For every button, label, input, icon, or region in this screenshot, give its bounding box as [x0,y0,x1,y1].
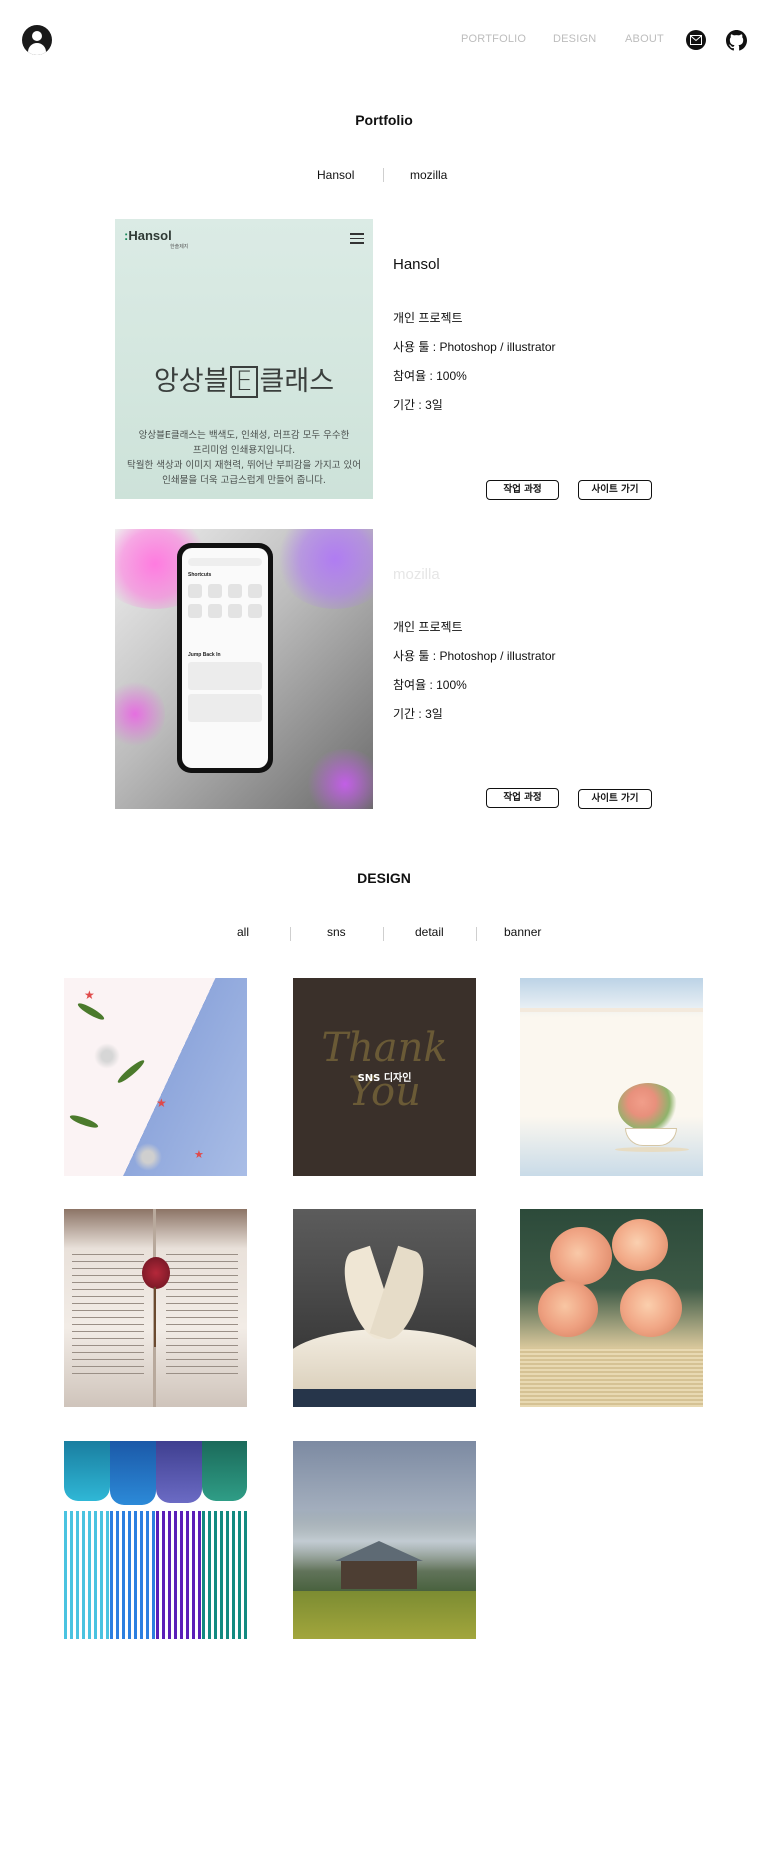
portfolio-title: Portfolio [355,112,413,128]
tab-mozilla[interactable]: mozilla [410,168,447,182]
design-tile-thank-you-card[interactable]: Thank You SNS 디자인 [293,978,476,1176]
design-tile-roses-on-book[interactable] [520,1209,703,1407]
shortcuts-label: Shortcuts [188,572,212,578]
site-header: PORTFOLIO DESIGN ABOUT [0,0,768,80]
tab-sns[interactable]: sns [327,925,346,939]
nav-design-link[interactable]: DESIGN [553,33,596,45]
design-tile-book-with-rose[interactable] [64,1209,247,1407]
hansol-logo-sub: 한솔제지 [170,244,189,250]
tile-overlay-label: SNS 디자인 [357,1073,412,1084]
tab-hansol[interactable]: Hansol [317,168,354,182]
project-type: 개인 프로젝트 [393,620,463,634]
github-icon[interactable] [726,30,747,51]
design-tile-christmas-pattern[interactable]: ★ ★ ★ [64,978,247,1176]
tab-divider [476,927,477,941]
project-title-mozilla: mozilla [393,566,440,583]
design-tile-chalk-pastels[interactable] [64,1441,247,1639]
work-process-button[interactable]: 작업 과정 [486,480,559,500]
tab-all[interactable]: all [237,925,249,939]
design-tile-foggy-cabin[interactable] [293,1441,476,1639]
visit-site-button[interactable]: 사이트 가기 [578,480,652,500]
project-title-hansol: Hansol [393,256,440,273]
project-share: 참여율 : 100% [393,678,467,692]
visit-site-button[interactable]: 사이트 가기 [578,789,652,809]
project-tools: 사용 툴 : Photoshop / illustrator [393,649,556,663]
paint-splash [305,749,373,809]
hamburger-menu-icon[interactable] [350,233,364,244]
hansol-headline: 앙상블 E 클래스 [153,366,335,398]
tab-detail[interactable]: detail [415,925,444,939]
work-process-button[interactable]: 작업 과정 [486,788,559,808]
tab-divider [383,168,384,182]
hansol-logo: :Hansol [124,228,172,243]
design-title: DESIGN [357,870,411,886]
hansol-thumbnail[interactable]: :Hansol 한솔제지 앙상블 E 클래스 앙상블E클래스는 백색도, 인쇄성, … [115,219,373,499]
mozilla-thumbnail[interactable]: Shortcuts Jump Back In [115,529,373,809]
tab-divider [383,927,384,941]
tab-divider [290,927,291,941]
mail-icon[interactable] [686,30,706,50]
tab-banner[interactable]: banner [504,925,541,939]
nav-about-link[interactable]: ABOUT [625,33,664,45]
paint-splash [275,529,373,609]
user-avatar-icon[interactable] [22,25,52,55]
project-period: 기간 : 3일 [393,398,443,412]
phone-mockup: Shortcuts Jump Back In [177,543,273,773]
project-share: 참여율 : 100% [393,369,467,383]
project-period: 기간 : 3일 [393,707,443,721]
paint-splash [115,679,165,749]
design-tile-heart-book[interactable] [293,1209,476,1407]
jump-back-label: Jump Back In [188,652,221,658]
project-tools: 사용 툴 : Photoshop / illustrator [393,340,556,354]
project-type: 개인 프로젝트 [393,311,463,325]
hansol-description: 앙상블E클래스는 백색도, 인쇄성, 러프감 모두 우수한 프리미엄 인쇄용지입… [127,430,361,486]
design-tile-watercolor-teacup[interactable] [520,978,703,1176]
nav-portfolio-link[interactable]: PORTFOLIO [461,33,526,45]
